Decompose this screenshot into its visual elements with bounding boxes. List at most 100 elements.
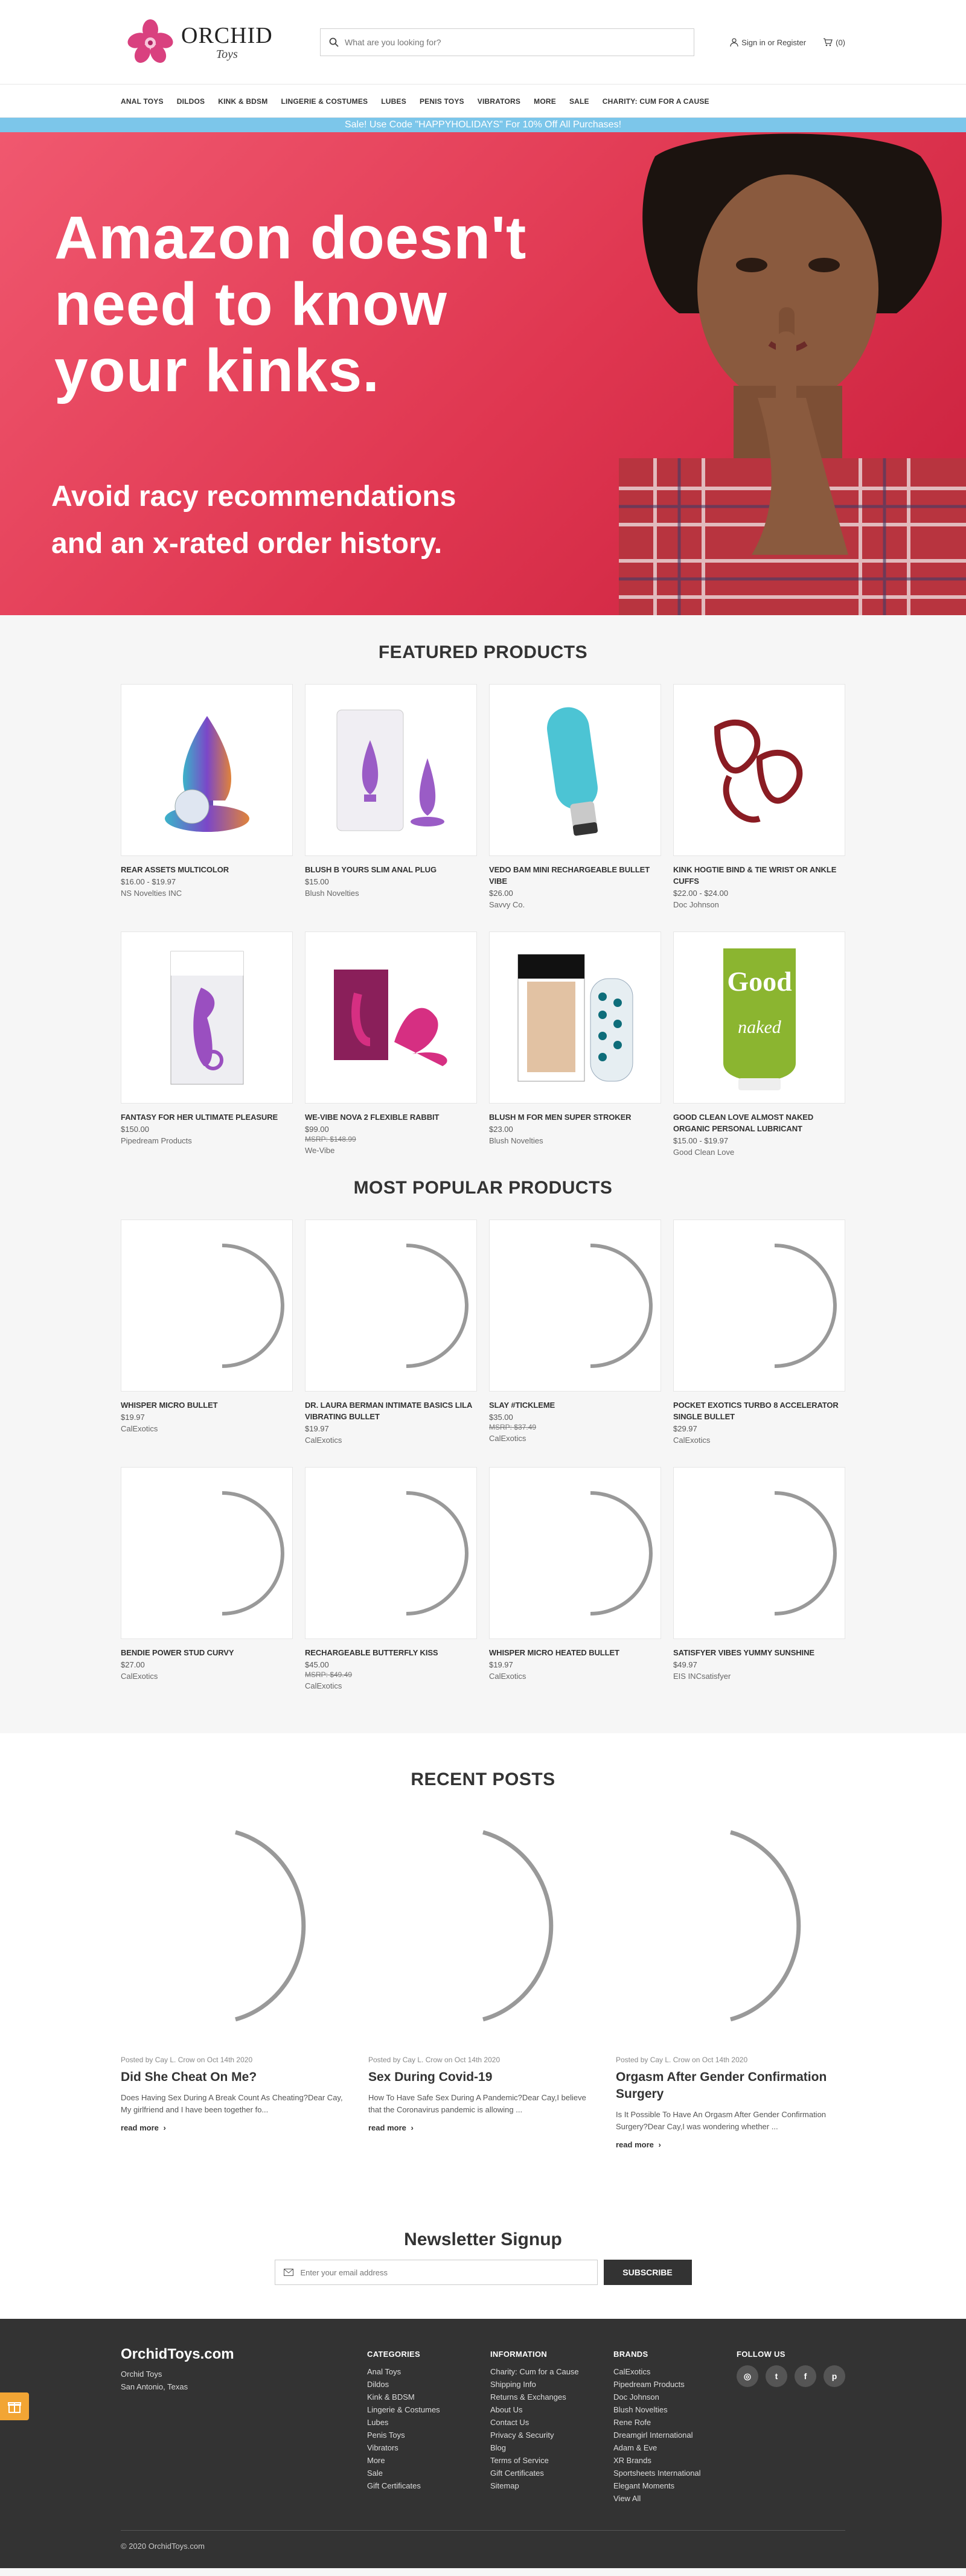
instagram-icon[interactable]: ◎: [737, 2365, 758, 2387]
footer-link[interactable]: Charity: Cum for a Cause: [490, 2365, 613, 2378]
footer-link[interactable]: More: [367, 2454, 490, 2467]
nav-link[interactable]: VIBRATORS: [478, 97, 520, 106]
post-title[interactable]: Did She Cheat On Me?: [121, 2069, 350, 2086]
product-name[interactable]: WHISPER MICRO BULLET: [121, 1399, 293, 1411]
product-card[interactable]: SATISFYER VIBES YUMMY SUNSHINE $49.97 EIS …: [673, 1467, 845, 1715]
post-title[interactable]: Sex During Covid-19: [368, 2069, 598, 2086]
product-name[interactable]: VEDO BAM MINI RECHARGEABLE BULLET VIBE: [489, 864, 661, 887]
footer-link[interactable]: Sale: [367, 2467, 490, 2479]
product-image[interactable]: [489, 932, 661, 1104]
search-input[interactable]: [345, 37, 685, 47]
product-image[interactable]: [489, 1219, 661, 1392]
newsletter-email-input[interactable]: [300, 2268, 589, 2277]
product-name[interactable]: RECHARGEABLE BUTTERFLY KISS: [305, 1647, 477, 1658]
product-image[interactable]: [305, 1467, 477, 1639]
footer-link[interactable]: Blush Novelties: [613, 2403, 737, 2416]
product-image[interactable]: [121, 1219, 293, 1392]
read-more-link[interactable]: read more ›: [121, 2123, 350, 2132]
product-image[interactable]: [673, 684, 845, 856]
footer-link[interactable]: Vibrators: [367, 2441, 490, 2454]
nav-link[interactable]: CHARITY: CUM FOR A CAUSE: [603, 97, 709, 106]
post-title[interactable]: Orgasm After Gender Confirmation Surgery: [616, 2069, 845, 2103]
nav-link[interactable]: ANAL TOYS: [121, 97, 164, 106]
twitter-icon[interactable]: t: [766, 2365, 787, 2387]
footer-link[interactable]: Sitemap: [490, 2479, 613, 2492]
product-image[interactable]: [305, 932, 477, 1104]
footer-link[interactable]: Contact Us: [490, 2416, 613, 2429]
nav-link[interactable]: PENIS TOYS: [420, 97, 464, 106]
product-name[interactable]: BENDIE POWER STUD CURVY: [121, 1647, 293, 1658]
footer-link[interactable]: Elegant Moments: [613, 2479, 737, 2492]
account-link[interactable]: Sign in or Register: [730, 38, 806, 47]
newsletter-email-field[interactable]: [274, 2260, 598, 2285]
product-card[interactable]: RECHARGEABLE BUTTERFLY KISS $45.00 MSRP: $…: [305, 1467, 477, 1715]
cart-link[interactable]: (0): [823, 38, 845, 47]
hero-banner[interactable]: Amazon doesn't need to know your kinks. …: [0, 132, 966, 615]
footer-link[interactable]: Terms of Service: [490, 2454, 613, 2467]
footer-link[interactable]: Dildos: [367, 2378, 490, 2391]
product-card[interactable]: WE-VIBE NOVA 2 FLEXIBLE RABBIT $99.00 MSRP…: [305, 932, 477, 1179]
footer-link[interactable]: Pipedream Products: [613, 2378, 737, 2391]
facebook-icon[interactable]: f: [795, 2365, 816, 2387]
product-name[interactable]: BLUSH B YOURS SLIM ANAL PLUG: [305, 864, 477, 875]
site-logo[interactable]: ORCHID Toys: [127, 19, 296, 66]
footer-link[interactable]: Kink & BDSM: [367, 2391, 490, 2403]
product-image[interactable]: Good naked: [673, 932, 845, 1104]
product-card[interactable]: REAR ASSETS MULTICOLOR $16.00 - $19.97 NS …: [121, 684, 293, 932]
footer-link[interactable]: Gift Certificates: [367, 2479, 490, 2492]
product-card[interactable]: VEDO BAM MINI RECHARGEABLE BULLET VIBE $2…: [489, 684, 661, 932]
product-image[interactable]: [121, 1467, 293, 1639]
footer-link[interactable]: Sportsheets International: [613, 2467, 737, 2479]
product-name[interactable]: BLUSH M FOR MEN SUPER STROKER: [489, 1111, 661, 1123]
footer-link[interactable]: View All: [613, 2492, 737, 2505]
footer-link[interactable]: Doc Johnson: [613, 2391, 737, 2403]
footer-link[interactable]: Lubes: [367, 2416, 490, 2429]
product-image[interactable]: [673, 1467, 845, 1639]
footer-link[interactable]: Rene Rofe: [613, 2416, 737, 2429]
read-more-link[interactable]: read more ›: [368, 2123, 598, 2132]
post-image[interactable]: [616, 1826, 845, 2031]
footer-link[interactable]: Blog: [490, 2441, 613, 2454]
gift-widget-button[interactable]: [0, 2392, 29, 2420]
nav-link[interactable]: LINGERIE & COSTUMES: [281, 97, 368, 106]
footer-link[interactable]: Shipping Info: [490, 2378, 613, 2391]
subscribe-button[interactable]: SUBSCRIBE: [603, 2260, 692, 2285]
nav-link[interactable]: SALE: [569, 97, 589, 106]
product-name[interactable]: SLAY #TICKLEME: [489, 1399, 661, 1411]
product-image[interactable]: [121, 684, 293, 856]
product-image[interactable]: [673, 1219, 845, 1392]
product-card[interactable]: FANTASY FOR HER ULTIMATE PLEASURE $150.00…: [121, 932, 293, 1179]
product-card[interactable]: WHISPER MICRO BULLET $19.97 CalExotics: [121, 1219, 293, 1467]
footer-link[interactable]: Dreamgirl International: [613, 2429, 737, 2441]
nav-link[interactable]: MORE: [534, 97, 556, 106]
product-image[interactable]: [305, 1219, 477, 1392]
read-more-link[interactable]: read more ›: [616, 2140, 845, 2149]
product-image[interactable]: [489, 1467, 661, 1639]
product-image[interactable]: [489, 684, 661, 856]
footer-link[interactable]: Penis Toys: [367, 2429, 490, 2441]
footer-link[interactable]: Privacy & Security: [490, 2429, 613, 2441]
product-card[interactable]: BLUSH M FOR MEN SUPER STROKER $23.00 Blush…: [489, 932, 661, 1179]
footer-link[interactable]: Anal Toys: [367, 2365, 490, 2378]
footer-link[interactable]: Gift Certificates: [490, 2467, 613, 2479]
product-name[interactable]: REAR ASSETS MULTICOLOR: [121, 864, 293, 875]
product-name[interactable]: DR. LAURA BERMAN INTIMATE BASICS LILA VI…: [305, 1399, 477, 1422]
search-bar[interactable]: [320, 28, 694, 56]
product-card[interactable]: POCKET EXOTICS TURBO 8 ACCELERATOR SINGL…: [673, 1219, 845, 1467]
product-image[interactable]: [121, 932, 293, 1104]
product-card[interactable]: BLUSH B YOURS SLIM ANAL PLUG $15.00 Blush …: [305, 684, 477, 932]
product-card[interactable]: SLAY #TICKLEME $35.00 MSRP: $37.49 CalExoti…: [489, 1219, 661, 1467]
post-image[interactable]: [368, 1826, 598, 2031]
nav-link[interactable]: DILDOS: [177, 97, 205, 106]
product-name[interactable]: WHISPER MICRO HEATED BULLET: [489, 1647, 661, 1658]
footer-link[interactable]: CalExotics: [613, 2365, 737, 2378]
product-card[interactable]: DR. LAURA BERMAN INTIMATE BASICS LILA VI…: [305, 1219, 477, 1467]
product-card[interactable]: BENDIE POWER STUD CURVY $27.00 CalExotics: [121, 1467, 293, 1715]
product-name[interactable]: GOOD CLEAN LOVE ALMOST NAKED ORGANIC PER…: [673, 1111, 845, 1134]
product-image[interactable]: [305, 684, 477, 856]
product-name[interactable]: SATISFYER VIBES YUMMY SUNSHINE: [673, 1647, 845, 1658]
post-image[interactable]: [121, 1826, 350, 2031]
product-name[interactable]: FANTASY FOR HER ULTIMATE PLEASURE: [121, 1111, 293, 1123]
footer-link[interactable]: Returns & Exchanges: [490, 2391, 613, 2403]
pinterest-icon[interactable]: p: [824, 2365, 845, 2387]
